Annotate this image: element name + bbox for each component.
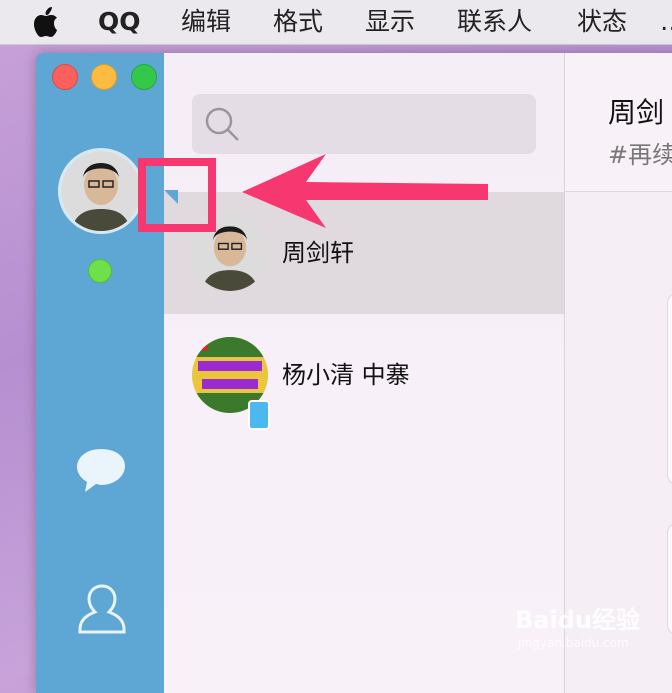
message-card [667,523,672,635]
user-photo-icon [61,151,141,231]
close-button[interactable] [52,64,78,90]
zoom-button[interactable] [131,64,157,90]
chat-title: 周剑 [608,96,665,129]
online-status-icon[interactable] [88,259,112,283]
menu-overflow[interactable]: … [660,0,672,44]
chat-bubble-icon[interactable] [74,446,128,494]
sidebar [36,53,164,693]
menu-format[interactable]: 格式 [273,0,323,44]
menu-view[interactable]: 显示 [365,0,415,44]
chat-subtitle: #再续 [608,141,672,169]
list-item[interactable]: 杨小清 中寨 [164,314,564,436]
contact-name: 杨小清 中寨 [282,361,410,389]
annotation-highlight-box [138,158,216,232]
menu-app-name[interactable]: QQ [98,0,141,44]
search-icon [205,107,239,141]
apple-icon[interactable] [30,6,60,38]
watermark: Baidu经验 [515,606,640,634]
menu-bar: QQ 编辑 格式 显示 联系人 状态 … [0,0,672,45]
my-avatar[interactable] [58,148,144,234]
message-card [667,293,672,485]
annotation-arrow-icon [242,154,488,228]
watermark-url: jingyan.baidu.com [518,636,629,650]
chat-header: 周剑 #再续 [565,53,672,192]
contacts-icon[interactable] [76,580,128,636]
menu-status[interactable]: 状态 [577,0,627,44]
search-input[interactable] [192,94,536,154]
qq-window: 周剑轩 杨小清 中寨 周剑 #再续 [36,53,672,693]
chat-pane: 周剑 #再续 [564,53,672,693]
menu-edit[interactable]: 编辑 [181,0,231,44]
phone-icon [248,400,270,430]
menu-contacts[interactable]: 联系人 [457,0,532,44]
minimize-button[interactable] [91,64,117,90]
conversation-list: 周剑轩 杨小清 中寨 [164,53,564,693]
